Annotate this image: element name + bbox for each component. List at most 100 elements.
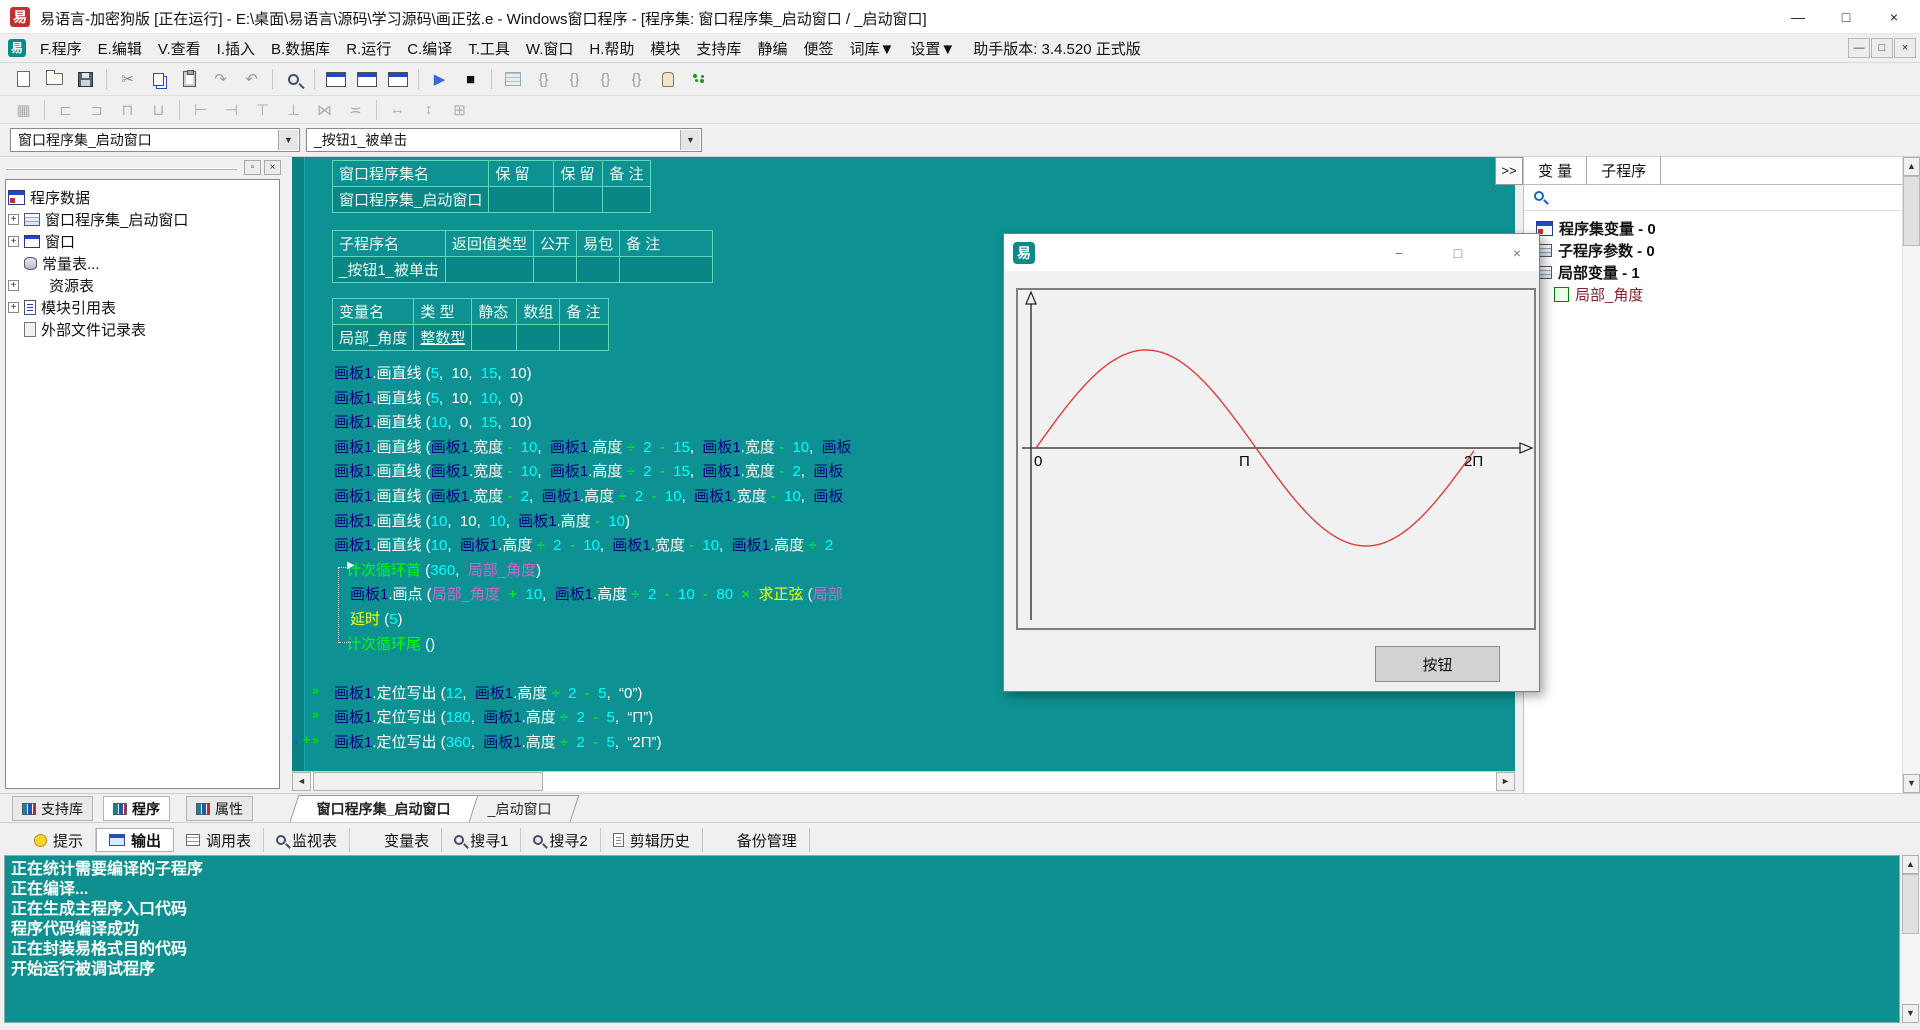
same-width-icon[interactable]: ↔: [382, 97, 413, 123]
code-line[interactable]: 计次循环首 (360, 局部_角度): [346, 559, 541, 580]
table-value-cell[interactable]: [603, 187, 651, 213]
scroll-right-icon[interactable]: ►: [1496, 772, 1515, 791]
menu-item-8[interactable]: W.窗口: [518, 37, 582, 62]
join-v-icon[interactable]: ≍: [340, 97, 371, 123]
table-value-cell[interactable]: [577, 257, 620, 283]
panel-float-icon[interactable]: ▫: [244, 160, 261, 175]
mdi-restore-icon[interactable]: □: [1871, 38, 1893, 58]
variable-tree-item-2[interactable]: 局部变量 - 1: [1524, 261, 1902, 283]
scroll-up-icon[interactable]: ▲: [1903, 157, 1920, 176]
code-line[interactable]: 画板1.画直线 (画板1.宽度 - 10, 画板1.高度 ÷ 2 - 15, 画…: [334, 436, 852, 457]
menu-item-14[interactable]: 词库▼: [841, 37, 902, 62]
tree-item-1[interactable]: +窗口程序集_启动窗口: [8, 208, 277, 230]
variable-tree-item-1[interactable]: 子程序参数 - 0: [1524, 239, 1902, 261]
menu-item-15[interactable]: 设置▼: [902, 37, 963, 62]
cut-icon[interactable]: ✂: [112, 66, 143, 92]
menu-item-13[interactable]: 便签: [795, 37, 841, 62]
tree-item-3[interactable]: 常量表...: [8, 252, 277, 274]
join-h-icon[interactable]: ⋈: [309, 97, 340, 123]
tree-item-2[interactable]: +窗口: [8, 230, 277, 252]
menu-item-7[interactable]: T.工具: [460, 37, 518, 62]
tree-item-0[interactable]: 程序数据: [8, 186, 277, 208]
right-panel-tab-1[interactable]: 子程序: [1587, 156, 1661, 185]
code-line[interactable]: 延时 (5): [350, 608, 403, 629]
center-h-icon[interactable]: ⊢: [185, 97, 216, 123]
expand-plus-icon[interactable]: +: [8, 236, 19, 247]
table-value-cell[interactable]: [446, 257, 534, 283]
menu-item-5[interactable]: R.运行: [338, 37, 399, 62]
stop-icon[interactable]: ■: [455, 66, 486, 92]
output-tab-变量表[interactable]: 变量表: [350, 828, 442, 852]
mdi-close-icon[interactable]: ×: [1894, 38, 1916, 58]
same-height-icon[interactable]: ↕: [413, 97, 444, 123]
code-line[interactable]: 画板1.画直线 (5, 10, 15, 10): [334, 362, 532, 383]
output-tab-调用表[interactable]: 调用表: [174, 828, 264, 852]
method-combobox[interactable]: _按钮1_被单击 ▼: [306, 128, 702, 152]
menu-item-4[interactable]: B.数据库: [263, 37, 338, 62]
right-panel-tab-0[interactable]: 变 量: [1524, 156, 1587, 185]
output-v-scrollbar[interactable]: ▲ ▼: [1902, 855, 1920, 1023]
scroll-thumb[interactable]: [313, 772, 543, 791]
scroll-thumb[interactable]: [1903, 176, 1920, 246]
run-minimize-icon[interactable]: −: [1384, 242, 1414, 264]
menu-item-3[interactable]: I.插入: [209, 37, 263, 62]
variables-search-row[interactable]: [1524, 185, 1902, 211]
run-icon[interactable]: ▶: [424, 66, 455, 92]
scroll-up-icon[interactable]: ▲: [1902, 855, 1919, 874]
mdi-minimize-icon[interactable]: —: [1848, 38, 1870, 58]
save-icon[interactable]: [70, 66, 101, 92]
close-icon[interactable]: ×: [1870, 0, 1918, 33]
tree-item-6[interactable]: 外部文件记录表: [8, 318, 277, 340]
same-size-icon[interactable]: ⊞: [444, 97, 475, 123]
assembly-combobox[interactable]: 窗口程序集_启动窗口 ▼: [10, 128, 300, 152]
table-value-row[interactable]: 局部_角度整数型: [333, 325, 609, 351]
menu-item-10[interactable]: 模块: [642, 37, 688, 62]
menu-item-6[interactable]: C.编译: [399, 37, 460, 62]
center-v-icon[interactable]: ⊣: [216, 97, 247, 123]
scroll-thumb[interactable]: [1902, 874, 1919, 934]
table-value-cell[interactable]: [517, 325, 560, 351]
expand-plus-icon[interactable]: +: [8, 302, 19, 313]
run-close-icon[interactable]: ×: [1502, 242, 1532, 264]
menu-item-2[interactable]: V.查看: [150, 37, 209, 62]
table-value-cell[interactable]: [554, 187, 603, 213]
code-table-2[interactable]: 变量名类 型静态数组备 注局部_角度整数型: [332, 298, 609, 351]
menu-item-11[interactable]: 支持库: [688, 37, 749, 62]
panel-v-scrollbar[interactable]: ▲ ▼: [1902, 157, 1920, 793]
layout-top-icon[interactable]: [351, 66, 382, 92]
variable-tree-item-3[interactable]: 局部_角度: [1524, 283, 1902, 305]
table-value-row[interactable]: 窗口程序集_启动窗口: [333, 187, 651, 213]
paste-icon[interactable]: [174, 66, 205, 92]
output-tab-提示[interactable]: 提示: [22, 828, 96, 852]
code-line[interactable]: 画板1.定位写出 (180, 画板1.高度 ÷ 2 - 5, “Π”): [334, 706, 653, 727]
code-table-1[interactable]: 子程序名返回值类型公开易包备 注_按钮1_被单击: [332, 230, 713, 283]
output-tab-剪辑历史[interactable]: 剪辑历史: [601, 828, 703, 852]
table-value-cell[interactable]: [472, 325, 517, 351]
output-tab-搜寻2[interactable]: 搜寻2: [521, 828, 600, 852]
minimize-icon[interactable]: —: [1774, 0, 1822, 33]
output-tab-监视表[interactable]: 监视表: [264, 828, 350, 852]
form-designer-icon[interactable]: ▦: [8, 97, 39, 123]
panel-close-icon[interactable]: ×: [264, 160, 281, 175]
chevron-down-icon[interactable]: ▼: [680, 130, 700, 150]
code-line[interactable]: 画板1.画直线 (画板1.宽度 - 2, 画板1.高度 ÷ 2 - 10, 画板…: [334, 485, 843, 506]
run-window-button[interactable]: 按钮: [1375, 646, 1500, 682]
align-top-icon[interactable]: ⊓: [112, 97, 143, 123]
tree-item-5[interactable]: +模块引用表: [8, 296, 277, 318]
code-line[interactable]: 画板1.画直线 (10, 10, 10, 画板1.高度 - 10): [334, 510, 630, 531]
table-value-row[interactable]: _按钮1_被单击: [333, 257, 713, 283]
code-line[interactable]: 画板1.画直线 (5, 10, 10, 0): [334, 387, 523, 408]
layout-grid-icon[interactable]: [382, 66, 413, 92]
undo-icon[interactable]: ↶: [236, 66, 267, 92]
doc-tab-1[interactable]: _启动窗口: [461, 795, 580, 822]
redo-icon[interactable]: ↷: [205, 66, 236, 92]
new-icon[interactable]: [8, 66, 39, 92]
code-line[interactable]: 计次循环尾 (): [346, 633, 435, 654]
output-tab-备份管理[interactable]: 备份管理: [703, 828, 810, 852]
scroll-down-icon[interactable]: ▼: [1902, 1004, 1919, 1023]
doc-tab-0[interactable]: 窗口程序集_启动窗口: [290, 795, 479, 822]
find-icon[interactable]: [278, 66, 309, 92]
side-tab-支持库[interactable]: 支持库: [12, 796, 93, 821]
expand-panel-button[interactable]: >>: [1495, 157, 1523, 185]
run-window-titlebar[interactable]: 易 −□×: [1004, 234, 1539, 271]
